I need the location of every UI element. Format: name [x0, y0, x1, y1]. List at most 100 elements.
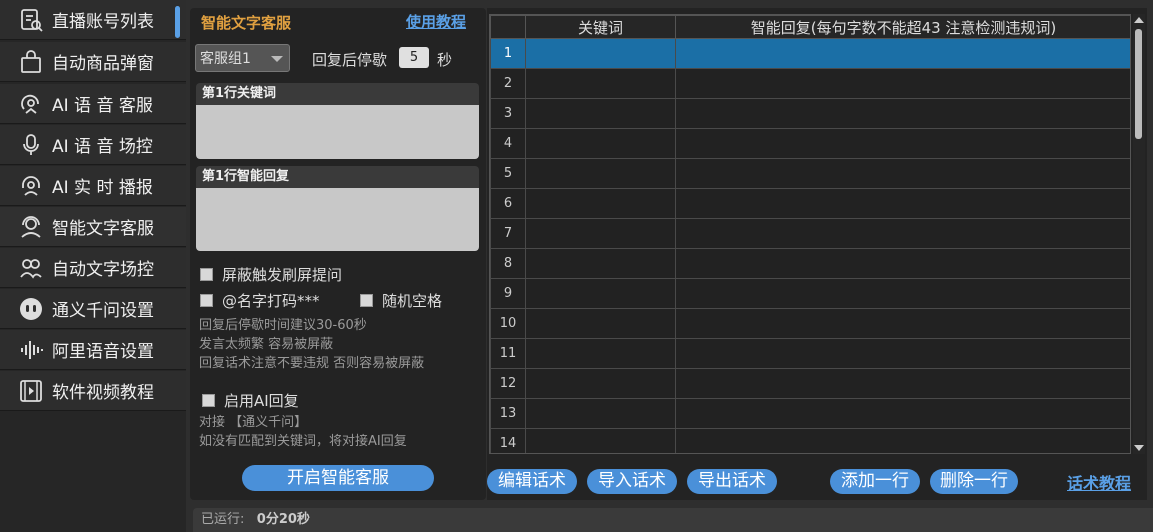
sidebar-item-qwen-settings[interactable]: 通义千问设置 — [0, 289, 186, 329]
reply-cell[interactable] — [675, 368, 1130, 399]
reply-cell[interactable] — [675, 278, 1130, 309]
ai-fallback-note: 如没有匹配到关键词，将对接AI回复 — [199, 434, 407, 449]
reply-cell[interactable] — [675, 398, 1130, 429]
table-scrollbar[interactable] — [1133, 14, 1145, 454]
reply-cell[interactable] — [675, 158, 1130, 189]
reply-cell[interactable] — [675, 68, 1130, 99]
sidebar-item-video-tutorial[interactable]: 软件视频教程 — [0, 371, 186, 411]
checkbox-box[interactable] — [200, 268, 213, 281]
checkbox-box[interactable] — [360, 294, 373, 307]
table-row[interactable]: 11 — [490, 338, 1130, 369]
reply-cell[interactable] — [675, 308, 1130, 339]
reply-cell[interactable] — [675, 248, 1130, 279]
keyword-cell[interactable] — [525, 308, 676, 339]
sidebar-item-ai-broadcast[interactable]: AI 实 时 播报 — [0, 166, 186, 206]
checkbox-label: 启用AI回复 — [224, 392, 299, 410]
table-row[interactable]: 7 — [490, 218, 1130, 249]
scroll-down-icon[interactable] — [1134, 445, 1144, 451]
script-tutorial-link[interactable]: 话术教程 — [1067, 470, 1131, 494]
table-row[interactable]: 8 — [490, 248, 1130, 279]
table-row[interactable]: 1 — [490, 38, 1130, 69]
table-row[interactable]: 4 — [490, 128, 1130, 159]
pause-label: 回复后停歇 — [312, 51, 388, 69]
script-table-panel: 关键词 智能回复(每句字数不能超43 注意检测违规词) 1 2 3 4 5 6 … — [487, 8, 1147, 500]
sidebar-item-label: 自动商品弹窗 — [52, 54, 154, 74]
table-row[interactable]: 3 — [490, 98, 1130, 129]
table-row[interactable]: 9 — [490, 278, 1130, 309]
sidebar-item-label: AI 语 音 客服 — [52, 96, 153, 116]
row-number: 1 — [490, 38, 526, 69]
column-header-keyword[interactable]: 关键词 — [525, 15, 676, 39]
table-row[interactable]: 6 — [490, 188, 1130, 219]
edit-script-button[interactable]: 编辑话术 — [487, 469, 577, 494]
sidebar-item-text-control[interactable]: 自动文字场控 — [0, 248, 186, 288]
keyword-cell[interactable] — [525, 158, 676, 189]
usage-tutorial-link[interactable]: 使用教程 — [406, 11, 466, 32]
keyword-cell[interactable] — [525, 368, 676, 399]
sidebar-item-product-popup[interactable]: 自动商品弹窗 — [0, 42, 186, 82]
keyword-cell[interactable] — [525, 218, 676, 249]
mask-name-checkbox[interactable]: @名字打码*** — [200, 290, 320, 311]
checkbox-box[interactable] — [200, 294, 213, 307]
reply-cell[interactable] — [675, 218, 1130, 249]
reply-cell[interactable] — [675, 38, 1130, 69]
row-number-header — [490, 15, 526, 39]
keyword-field-header: 第1行关键词 — [196, 83, 479, 105]
table-row[interactable]: 13 — [490, 398, 1130, 429]
block-spam-checkbox[interactable]: 屏蔽触发刷屏提问 — [200, 264, 342, 285]
keyword-cell[interactable] — [525, 128, 676, 159]
sidebar-item-ai-voice-service[interactable]: AI 语 音 客服 — [0, 84, 186, 124]
checkbox-label: 随机空格 — [382, 292, 443, 310]
service-group-select[interactable]: 客服组1 — [195, 44, 290, 72]
sidebar-item-text-service[interactable]: 智能文字客服 — [0, 207, 186, 247]
sidebar-item-label: 通义千问设置 — [52, 301, 154, 321]
reply-textarea[interactable] — [196, 188, 479, 251]
account-list-icon — [16, 5, 46, 35]
chevron-down-icon — [271, 56, 283, 62]
checkbox-box[interactable] — [202, 394, 215, 407]
keyword-cell[interactable] — [525, 38, 676, 69]
pause-seconds-input[interactable]: 5 — [399, 47, 429, 68]
import-script-button[interactable]: 导入话术 — [587, 469, 677, 494]
checkbox-label: 屏蔽触发刷屏提问 — [222, 266, 343, 284]
reply-cell[interactable] — [675, 128, 1130, 159]
scrollbar-thumb[interactable] — [1135, 29, 1142, 139]
table-row[interactable]: 2 — [490, 68, 1130, 99]
keyword-cell[interactable] — [525, 98, 676, 129]
export-script-button[interactable]: 导出话术 — [687, 469, 777, 494]
table-row[interactable]: 5 — [490, 158, 1130, 189]
keyword-cell[interactable] — [525, 338, 676, 369]
add-row-button[interactable]: 添加一行 — [830, 469, 920, 494]
keyword-cell[interactable] — [525, 398, 676, 429]
sidebar-item-ai-voice-control[interactable]: AI 语 音 场控 — [0, 125, 186, 165]
keyword-cell[interactable] — [525, 248, 676, 279]
reply-cell[interactable] — [675, 98, 1130, 129]
reply-cell[interactable] — [675, 428, 1130, 453]
keyword-cell[interactable] — [525, 68, 676, 99]
delete-row-button[interactable]: 删除一行 — [930, 469, 1018, 494]
reply-cell[interactable] — [675, 338, 1130, 369]
row-number: 13 — [490, 398, 526, 429]
keyword-cell[interactable] — [525, 188, 676, 219]
voice-service-icon — [16, 89, 46, 119]
sidebar-item-account-list[interactable]: 直播账号列表 — [0, 0, 186, 40]
table-row[interactable]: 12 — [490, 368, 1130, 399]
keyword-cell[interactable] — [525, 278, 676, 309]
column-header-reply[interactable]: 智能回复(每句字数不能超43 注意检测违规词) — [675, 15, 1130, 39]
enable-ai-checkbox[interactable]: 启用AI回复 — [202, 390, 299, 411]
table-row[interactable]: 14 — [490, 428, 1130, 453]
keyword-textarea[interactable] — [196, 105, 479, 159]
sidebar-item-ali-voice-settings[interactable]: 阿里语音设置 — [0, 330, 186, 370]
scroll-up-icon[interactable] — [1134, 17, 1144, 23]
row-number: 12 — [490, 368, 526, 399]
sidebar-item-label: 阿里语音设置 — [52, 342, 154, 362]
script-table[interactable]: 关键词 智能回复(每句字数不能超43 注意检测违规词) 1 2 3 4 5 6 … — [489, 14, 1131, 454]
sidebar-scrollbar[interactable] — [175, 6, 180, 38]
row-number: 4 — [490, 128, 526, 159]
reply-cell[interactable] — [675, 188, 1130, 219]
start-service-button[interactable]: 开启智能客服 — [242, 465, 434, 491]
random-space-checkbox[interactable]: 随机空格 — [360, 290, 442, 311]
row-number: 6 — [490, 188, 526, 219]
table-row[interactable]: 10 — [490, 308, 1130, 339]
keyword-cell[interactable] — [525, 428, 676, 453]
